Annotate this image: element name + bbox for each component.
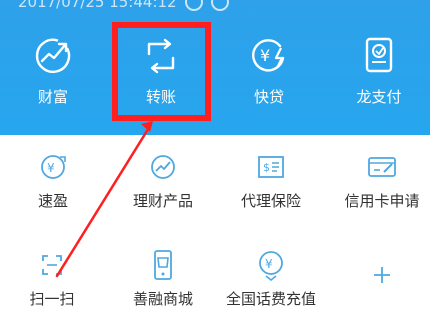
service-item-mall[interactable]: 善融商城 (113, 250, 213, 308)
settings-icon (210, 0, 229, 11)
service-label-suying: 速盈 (37, 192, 68, 210)
plus-icon (374, 267, 390, 283)
growth-chart-icon (35, 38, 71, 74)
highlight-box (112, 22, 211, 121)
insurance-card-icon: $ (258, 156, 284, 178)
credit-card-edit-icon (368, 157, 396, 177)
service-item-phone-recharge[interactable]: ¥ 全国话费充值 (221, 250, 321, 308)
service-label-wealth-products: 理财产品 (132, 192, 193, 210)
service-label-mall: 善融商城 (132, 290, 193, 308)
mall-phone-icon (154, 250, 172, 280)
menu-item-wealth[interactable]: 财富 (13, 34, 93, 124)
service-item-add[interactable] (332, 250, 430, 310)
status-time: 2017/07/25 15:44:12 (18, 0, 177, 11)
menu-item-quick-loan[interactable]: ¥ 快贷 (229, 34, 309, 124)
service-item-credit-card[interactable]: 信用卡申请 (332, 152, 430, 210)
wealth-chart-icon (151, 155, 175, 179)
quick-loan-icon: ¥ (252, 39, 285, 72)
svg-text:¥: ¥ (260, 46, 270, 65)
svg-text:$: $ (263, 161, 270, 174)
svg-text:¥: ¥ (265, 257, 273, 271)
top-menu-band: 2017/07/25 15:44:12 财富 转账 ¥ 快贷 龙支付 (0, 0, 430, 135)
menu-label-quick-loan: 快贷 (253, 88, 284, 106)
service-item-scan[interactable]: 扫一扫 (2, 250, 102, 308)
service-label-scan: 扫一扫 (29, 290, 75, 308)
clock-icon (184, 0, 203, 11)
phone-recharge-icon: ¥ (259, 251, 283, 281)
service-item-suying[interactable]: ¥ 速盈 (3, 152, 103, 210)
svg-text:¥: ¥ (47, 161, 55, 175)
dragon-pay-icon (365, 37, 393, 73)
service-item-insurance[interactable]: $ 代理保险 (221, 152, 321, 210)
status-bar: 2017/07/25 15:44:12 (18, 0, 229, 12)
service-item-wealth-products[interactable]: 理财产品 (113, 152, 213, 210)
menu-label-wealth: 财富 (37, 88, 68, 106)
yuan-swap-icon: ¥ (41, 155, 66, 179)
menu-label-dragon-pay: 龙支付 (356, 88, 402, 106)
service-label-insurance: 代理保险 (240, 192, 301, 210)
scan-icon (42, 255, 62, 275)
service-label-phone-recharge: 全国话费充值 (225, 290, 316, 308)
menu-item-dragon-pay[interactable]: 龙支付 (339, 34, 419, 124)
service-label-credit-card: 信用卡申请 (344, 192, 420, 210)
